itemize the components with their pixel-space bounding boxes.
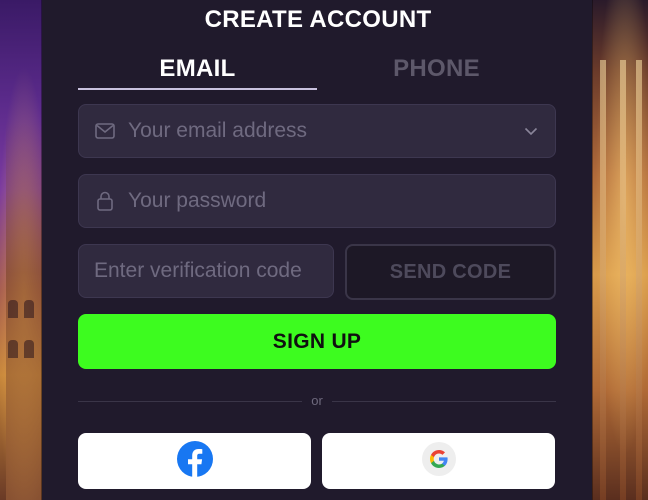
background-column: [600, 60, 606, 500]
verification-code-placeholder: Enter verification code: [94, 259, 302, 282]
background-column: [636, 60, 642, 500]
page: CREATE ACCOUNT EMAIL PHONE Your email ad…: [0, 0, 648, 500]
signup-method-tabs: EMAIL PHONE: [78, 50, 556, 90]
google-login-button[interactable]: [322, 433, 555, 489]
password-placeholder: Your password: [128, 189, 267, 212]
create-account-modal: CREATE ACCOUNT EMAIL PHONE Your email ad…: [42, 0, 592, 500]
email-placeholder: Your email address: [128, 119, 307, 142]
background-window: [8, 300, 18, 318]
send-code-button[interactable]: SEND CODE: [345, 244, 556, 300]
background-window: [24, 340, 34, 358]
lock-icon: [94, 190, 116, 212]
divider-line-right: [332, 401, 556, 402]
divider-or-text: or: [311, 393, 323, 408]
tab-phone[interactable]: PHONE: [317, 50, 556, 88]
mail-icon: [94, 120, 116, 142]
email-field[interactable]: Your email address: [78, 104, 556, 158]
sign-up-button[interactable]: SIGN UP: [78, 314, 556, 369]
verification-code-field[interactable]: Enter verification code: [78, 244, 334, 298]
active-tab-indicator: [78, 88, 317, 90]
facebook-icon: [176, 440, 214, 483]
background-window: [24, 300, 34, 318]
facebook-login-button[interactable]: [78, 433, 311, 489]
chevron-down-icon[interactable]: [523, 123, 539, 139]
tab-email[interactable]: EMAIL: [78, 50, 317, 88]
divider-line-left: [78, 401, 302, 402]
modal-title: CREATE ACCOUNT: [204, 6, 432, 33]
password-field[interactable]: Your password: [78, 174, 556, 228]
background-column: [620, 60, 626, 500]
background-scene-right: [590, 0, 648, 500]
google-icon: [421, 441, 457, 482]
background-window: [8, 340, 18, 358]
